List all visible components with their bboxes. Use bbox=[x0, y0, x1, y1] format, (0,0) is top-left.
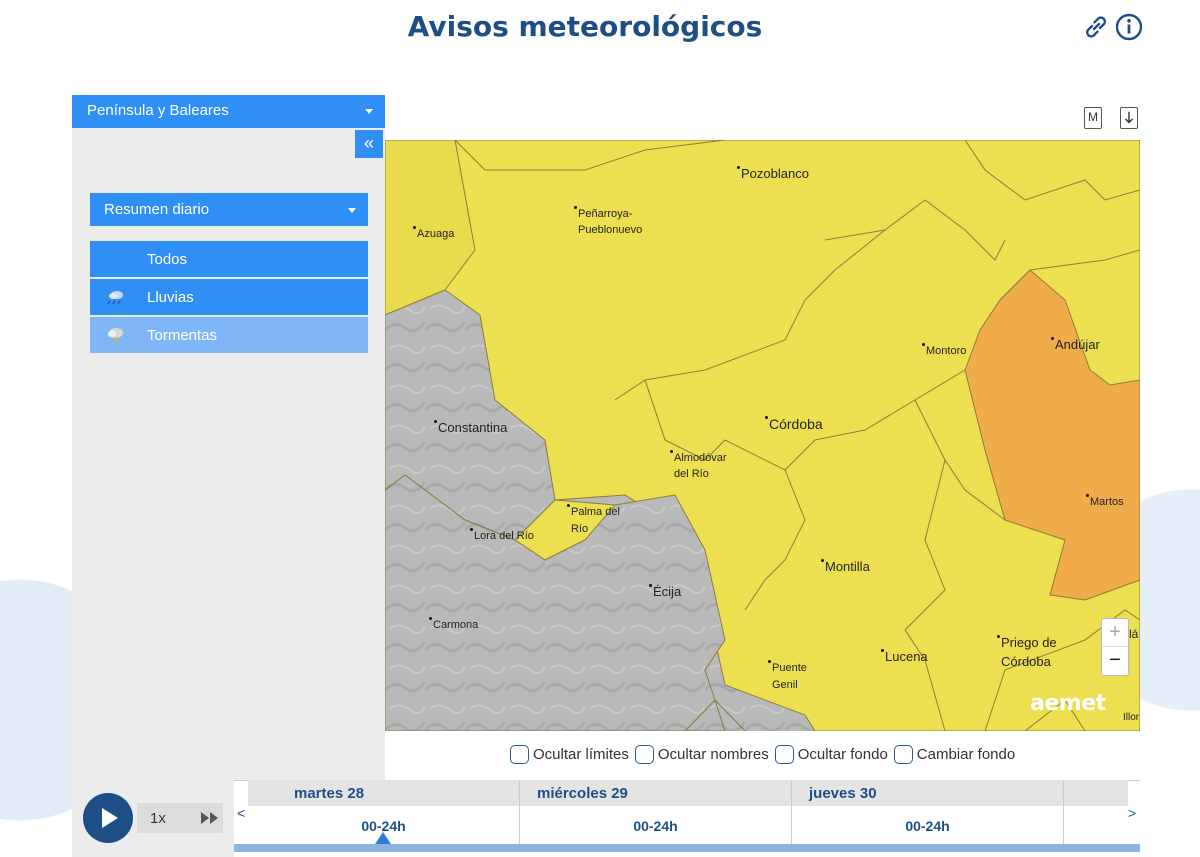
info-icon[interactable] bbox=[1115, 13, 1143, 41]
aemet-logo: aemet bbox=[1030, 691, 1106, 716]
timeline-next-button[interactable]: > bbox=[1128, 805, 1136, 821]
region-select-label: Península y Baleares bbox=[87, 102, 229, 119]
day-column-jueves: jueves 30 00-24h bbox=[792, 780, 1064, 844]
city-label-azuaga: Azuaga bbox=[417, 228, 455, 240]
zoom-in-button[interactable]: + bbox=[1102, 619, 1128, 647]
map-options: Ocultar límites Ocultar nombres Ocultar … bbox=[510, 743, 1015, 765]
option-label: Ocultar límites bbox=[533, 745, 629, 763]
warnings-map[interactable]: Pozoblanco Peñarroya- Pueblonuevo Azuaga… bbox=[385, 140, 1140, 731]
view-select[interactable]: Resumen diario bbox=[90, 193, 368, 226]
city-dot bbox=[413, 226, 416, 229]
option-ocultar-fondo[interactable]: Ocultar fondo bbox=[774, 743, 888, 765]
city-label-ecija: Écija bbox=[653, 584, 682, 599]
phenomenon-label: Lluvias bbox=[147, 289, 194, 306]
phenomenon-item-tormentas[interactable]: Tormentas bbox=[90, 317, 368, 353]
zoom-out-button[interactable]: − bbox=[1102, 647, 1128, 675]
city-label-montilla: Montilla bbox=[825, 559, 870, 574]
city-dot bbox=[765, 416, 768, 419]
city-dot bbox=[1086, 494, 1089, 497]
city-label-lora-del-rio: Lora del Río bbox=[474, 530, 534, 542]
region-select[interactable]: Península y Baleares bbox=[72, 95, 385, 128]
day-slot-empty bbox=[1064, 806, 1128, 844]
option-ocultar-limites[interactable]: Ocultar límites bbox=[510, 743, 629, 765]
city-dot bbox=[574, 206, 577, 209]
phenomenon-label: Todos bbox=[147, 251, 188, 268]
download-icon[interactable] bbox=[1120, 107, 1138, 129]
timeline-prev-button[interactable]: < bbox=[237, 805, 245, 821]
checkbox[interactable] bbox=[893, 744, 913, 764]
phenomenon-label: Tormentas bbox=[147, 327, 218, 344]
link-icon[interactable] bbox=[1082, 13, 1110, 41]
fast-forward-icon[interactable] bbox=[200, 810, 220, 826]
city-label-del-rio: del Río bbox=[674, 468, 709, 480]
city-label-edge: lá bbox=[1129, 627, 1139, 641]
city-dot bbox=[670, 450, 673, 453]
chevron-down-icon bbox=[365, 109, 373, 114]
city-label-almodovar: Almodóvar bbox=[674, 452, 727, 464]
city-label-pozoblanco: Pozoblanco bbox=[741, 166, 809, 181]
page-title: Avisos meteorológicos bbox=[407, 10, 763, 43]
day-column-empty bbox=[1064, 780, 1128, 844]
day-name-empty bbox=[1064, 780, 1128, 806]
rain-icon bbox=[107, 291, 123, 305]
day-name: martes 28 bbox=[248, 780, 519, 806]
city-label-montoro: Montoro bbox=[926, 345, 967, 357]
city-label-lucena: Lucena bbox=[885, 649, 928, 664]
city-dot bbox=[768, 660, 771, 663]
city-dot bbox=[737, 166, 740, 169]
phenomenon-item-lluvias[interactable]: Lluvias bbox=[90, 279, 368, 315]
option-ocultar-nombres[interactable]: Ocultar nombres bbox=[634, 743, 769, 765]
city-label-genil: Genil bbox=[772, 679, 798, 691]
city-dot bbox=[997, 635, 1000, 638]
chevron-down-icon bbox=[348, 208, 356, 213]
view-select-label: Resumen diario bbox=[104, 201, 210, 218]
checkbox[interactable] bbox=[774, 744, 794, 764]
city-label-rio: Río bbox=[571, 523, 589, 535]
city-label-puente: Puente bbox=[772, 662, 807, 674]
city-label-martos: Martos bbox=[1090, 496, 1124, 508]
city-label-palma-del: Palma del bbox=[571, 506, 620, 518]
city-dot bbox=[821, 559, 824, 562]
city-dot bbox=[429, 617, 432, 620]
zoom-control: + − bbox=[1101, 618, 1129, 676]
city-label-constantina: Constantina bbox=[438, 420, 508, 435]
city-label-illora: Illor bbox=[1123, 712, 1140, 723]
timeline-marker[interactable] bbox=[375, 832, 391, 844]
option-cambiar-fondo[interactable]: Cambiar fondo bbox=[893, 743, 1016, 765]
phenomenon-item-todos[interactable]: Todos bbox=[90, 241, 368, 277]
city-label-carmona: Carmona bbox=[433, 619, 479, 631]
day-name: miércoles 29 bbox=[520, 780, 791, 806]
checkbox[interactable] bbox=[510, 744, 529, 764]
play-button[interactable] bbox=[83, 793, 133, 843]
city-dot bbox=[922, 343, 925, 346]
city-dot bbox=[567, 504, 570, 507]
day-slot[interactable]: 00-24h bbox=[520, 806, 791, 844]
collapse-sidebar-button[interactable]: « bbox=[355, 130, 383, 158]
city-dot bbox=[470, 528, 473, 531]
city-label-penarroya: Peñarroya- bbox=[578, 208, 633, 220]
storm-icon bbox=[108, 328, 123, 344]
city-dot bbox=[649, 584, 652, 587]
city-label-pueblonuevo: Pueblonuevo bbox=[578, 224, 643, 236]
checkbox[interactable] bbox=[634, 744, 654, 764]
city-dot bbox=[434, 420, 437, 423]
city-label-andujar: Andújar bbox=[1055, 337, 1100, 352]
city-dot bbox=[1051, 337, 1054, 340]
city-label-priego-de: Priego de bbox=[1001, 635, 1057, 650]
day-column-miercoles: miércoles 29 00-24h bbox=[520, 780, 792, 844]
speed-label: 1x bbox=[150, 810, 166, 827]
city-label-priego-cordoba: Córdoba bbox=[1001, 654, 1051, 669]
option-label: Ocultar fondo bbox=[797, 745, 888, 763]
timeline-scrollbar[interactable] bbox=[234, 844, 1140, 852]
option-label: Cambiar fondo bbox=[916, 745, 1016, 763]
day-slot[interactable]: 00-24h bbox=[792, 806, 1063, 844]
option-label: Ocultar nombres bbox=[657, 745, 769, 763]
legend-button[interactable]: M bbox=[1084, 107, 1102, 129]
day-name: jueves 30 bbox=[792, 780, 1063, 806]
city-label-cordoba: Córdoba bbox=[769, 416, 823, 432]
city-dot bbox=[881, 649, 884, 652]
